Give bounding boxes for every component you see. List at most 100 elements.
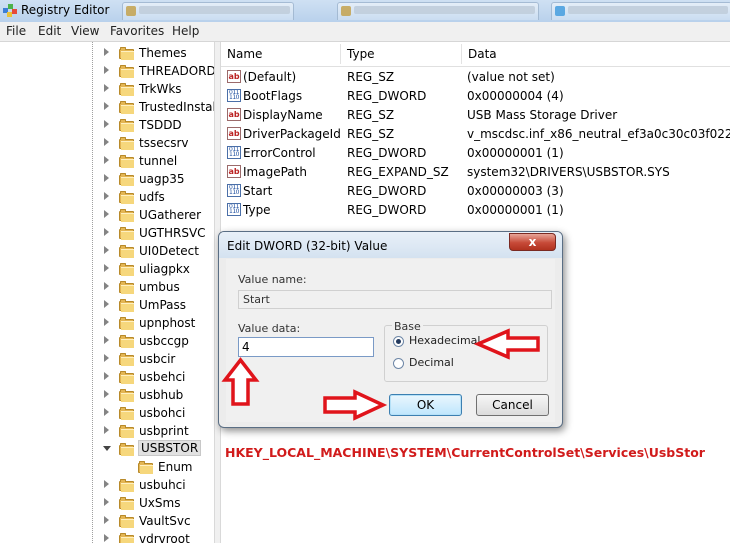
tree-item[interactable]: UxSms	[0, 494, 214, 512]
expand-arrow-icon[interactable]	[104, 318, 109, 326]
expand-arrow-icon[interactable]	[104, 426, 109, 434]
expand-arrow-icon[interactable]	[104, 354, 109, 362]
value-name: Start	[243, 184, 273, 198]
list-row[interactable]: ab DriverPackageId REG_SZ v_mscdsc.inf_x86_…	[221, 125, 730, 144]
list-row[interactable]: ab ImagePath REG_EXPAND_SZ system32\DRIVERS…	[221, 163, 730, 182]
expand-arrow-icon[interactable]	[104, 84, 109, 92]
registry-tree[interactable]: Themes THREADORDER TrkWks TrustedInstaller T…	[0, 42, 214, 543]
expand-arrow-icon[interactable]	[104, 498, 109, 506]
cancel-button[interactable]: Cancel	[476, 394, 549, 416]
value-type: REG_DWORD	[347, 184, 427, 198]
close-icon: x	[528, 235, 537, 249]
expand-arrow-icon[interactable]	[104, 246, 109, 254]
registry-editor-icon	[3, 4, 17, 17]
expand-arrow-icon[interactable]	[104, 66, 109, 74]
tree-item[interactable]: usbprint	[0, 422, 214, 440]
tree-item[interactable]: usbccgp	[0, 332, 214, 350]
tree-item[interactable]: TrustedInstaller	[0, 98, 214, 116]
tree-item[interactable]: vdrvroot	[0, 530, 214, 543]
column-name[interactable]: Name	[221, 42, 340, 66]
tree-item-label: usbccgp	[139, 334, 189, 348]
menu-favorites[interactable]: Favorites	[110, 24, 164, 38]
tree-item[interactable]: UI0Detect	[0, 242, 214, 260]
column-type[interactable]: Type	[341, 42, 461, 66]
value-name: DisplayName	[243, 108, 323, 122]
tree-item[interactable]: usbcir	[0, 350, 214, 368]
tree-item[interactable]: Themes	[0, 44, 214, 62]
tree-item[interactable]: uliagpkx	[0, 260, 214, 278]
folder-icon	[119, 137, 134, 150]
value-data-input[interactable]	[238, 337, 374, 357]
expand-arrow-icon[interactable]	[104, 282, 109, 290]
expand-arrow-icon[interactable]	[104, 516, 109, 524]
tree-item[interactable]: Enum	[0, 458, 214, 476]
tree-item[interactable]: THREADORDER	[0, 62, 214, 80]
tree-item[interactable]: VaultSvc	[0, 512, 214, 530]
list-row[interactable]: 011 110 ErrorControl REG_DWORD 0x00000001 (…	[221, 144, 730, 163]
expand-arrow-icon[interactable]	[104, 390, 109, 398]
list-row[interactable]: 011 110 Start REG_DWORD 0x00000003 (3)	[221, 182, 730, 201]
tree-item[interactable]: umbus	[0, 278, 214, 296]
hexadecimal-label[interactable]: Hexadecimal	[409, 334, 480, 347]
list-row[interactable]: ab (Default) REG_SZ (value not set)	[221, 68, 730, 87]
tree-item[interactable]: TrkWks	[0, 80, 214, 98]
list-row[interactable]: 011 110 Type REG_DWORD 0x00000001 (1)	[221, 201, 730, 220]
expand-arrow-icon[interactable]	[104, 174, 109, 182]
tree-item[interactable]: usbehci	[0, 368, 214, 386]
menu-edit[interactable]: Edit	[38, 24, 61, 38]
dword-value-icon: 011 110	[227, 146, 241, 159]
dialog-close-button[interactable]: x	[509, 233, 556, 251]
expand-arrow-icon[interactable]	[104, 228, 109, 236]
tree-item-label: UI0Detect	[139, 244, 199, 258]
list-row[interactable]: ab DisplayName REG_SZ USB Mass Storage Driv…	[221, 106, 730, 125]
value-name: ImagePath	[243, 165, 307, 179]
expand-arrow-icon[interactable]	[104, 300, 109, 308]
expand-arrow-icon[interactable]	[104, 120, 109, 128]
folder-icon	[119, 443, 134, 456]
folder-icon	[119, 317, 134, 330]
tree-item-label: vdrvroot	[139, 532, 190, 543]
column-data[interactable]: Data	[462, 42, 730, 66]
tree-item[interactable]: usbhub	[0, 386, 214, 404]
expand-arrow-icon[interactable]	[104, 480, 109, 488]
tree-item-label: USBSTOR	[137, 440, 202, 456]
expand-arrow-icon[interactable]	[104, 156, 109, 164]
menu-help[interactable]: Help	[172, 24, 199, 38]
tree-item[interactable]: tunnel	[0, 152, 214, 170]
ok-button[interactable]: OK	[389, 394, 462, 416]
tree-item[interactable]: TSDDD	[0, 116, 214, 134]
expand-arrow-icon[interactable]	[104, 534, 109, 542]
decimal-radio[interactable]	[393, 358, 404, 369]
expand-arrow-icon[interactable]	[104, 372, 109, 380]
expand-arrow-icon[interactable]	[104, 48, 109, 56]
tree-item[interactable]: UGatherer	[0, 206, 214, 224]
tree-item[interactable]: usbohci	[0, 404, 214, 422]
tree-item[interactable]: usbuhci	[0, 476, 214, 494]
decimal-label[interactable]: Decimal	[409, 356, 454, 369]
tree-item[interactable]: uagp35	[0, 170, 214, 188]
tree-item[interactable]: UmPass	[0, 296, 214, 314]
collapse-arrow-icon[interactable]	[103, 446, 111, 451]
expand-arrow-icon[interactable]	[104, 192, 109, 200]
list-row[interactable]: 011 110 BootFlags REG_DWORD 0x00000004 (4)	[221, 87, 730, 106]
tree-item[interactable]: upnphost	[0, 314, 214, 332]
menu-view[interactable]: View	[71, 24, 99, 38]
expand-arrow-icon[interactable]	[104, 102, 109, 110]
tree-item[interactable]: tssecsrv	[0, 134, 214, 152]
expand-arrow-icon[interactable]	[104, 138, 109, 146]
tree-item[interactable]: udfs	[0, 188, 214, 206]
tree-item[interactable]: USBSTOR	[0, 440, 214, 458]
folder-icon	[119, 407, 134, 420]
menu-file[interactable]: File	[6, 24, 26, 38]
expand-arrow-icon[interactable]	[104, 336, 109, 344]
tree-item-label: usbprint	[139, 424, 189, 438]
tree-item[interactable]: UGTHRSVC	[0, 224, 214, 242]
expand-arrow-icon[interactable]	[104, 408, 109, 416]
hexadecimal-radio[interactable]	[393, 336, 404, 347]
expand-arrow-icon[interactable]	[104, 210, 109, 218]
base-label: Base	[392, 320, 423, 333]
folder-icon	[119, 245, 134, 258]
tree-item-label: uliagpkx	[139, 262, 190, 276]
expand-arrow-icon[interactable]	[104, 264, 109, 272]
value-name: Type	[243, 203, 271, 217]
